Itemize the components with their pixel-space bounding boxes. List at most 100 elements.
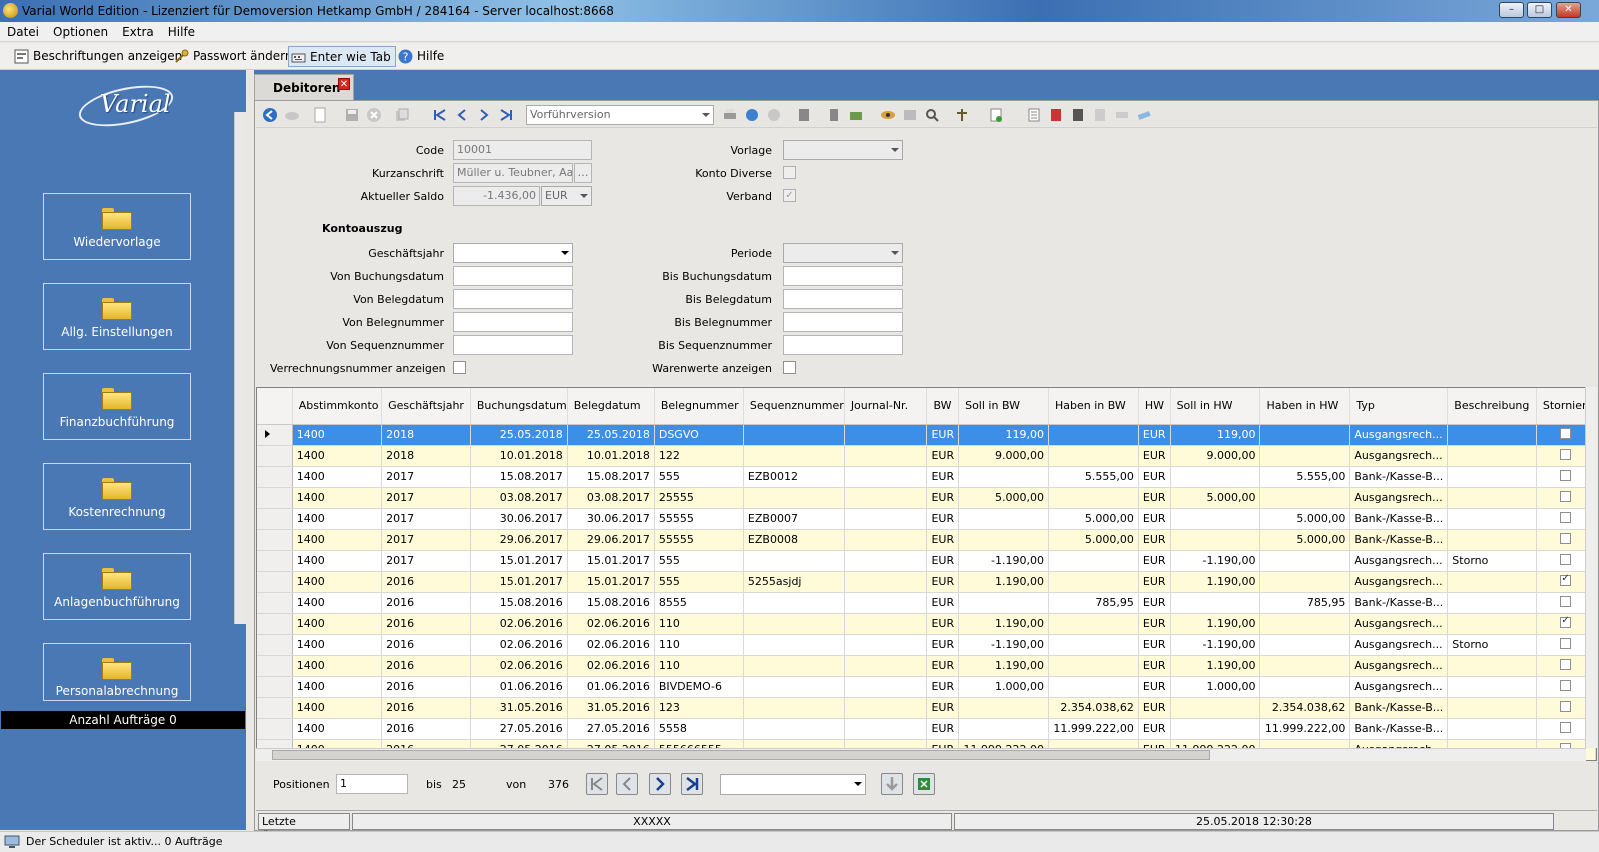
grid-vertical-scrollbar[interactable] bbox=[1585, 387, 1597, 748]
row-selector[interactable] bbox=[257, 634, 293, 656]
column-header-2[interactable]: Buchungsdatum bbox=[470, 388, 568, 425]
row-selector[interactable] bbox=[257, 424, 293, 446]
storniert-checkbox[interactable] bbox=[1560, 700, 1572, 712]
balance-icon[interactable] bbox=[954, 107, 970, 123]
vorlage-combo[interactable] bbox=[783, 140, 903, 160]
table-row[interactable]: 1400 2016 02.06.2016 02.06.2016 110 EUR -1.190… bbox=[257, 634, 1596, 656]
previous-record-icon[interactable] bbox=[454, 107, 470, 123]
row-selector[interactable] bbox=[257, 445, 293, 467]
nav-anlagenbuchfuehrung[interactable]: Anlagenbuchführung bbox=[43, 553, 191, 620]
von-buchungsdatum-input[interactable] bbox=[453, 266, 573, 286]
menu-extra[interactable]: Extra bbox=[115, 22, 161, 42]
column-header-10[interactable]: HW bbox=[1138, 388, 1171, 425]
change-password-button[interactable]: Passwort ändern bbox=[172, 46, 292, 67]
saldo-currency-combo[interactable]: EUR bbox=[541, 186, 592, 206]
storniert-checkbox[interactable] bbox=[1560, 658, 1572, 670]
storniert-checkbox[interactable] bbox=[1560, 595, 1572, 607]
book-icon[interactable] bbox=[796, 107, 812, 123]
close-button[interactable]: ✕ bbox=[1556, 2, 1581, 18]
periode-combo[interactable] bbox=[783, 243, 903, 263]
disabled-report-icon[interactable] bbox=[1092, 107, 1108, 123]
storniert-checkbox[interactable] bbox=[1560, 469, 1572, 481]
table-row[interactable]: 1400 2018 10.01.2018 10.01.2018 122 EUR 9.000,… bbox=[257, 445, 1596, 467]
verrechnungsnummer-checkbox[interactable] bbox=[453, 361, 466, 374]
storniert-checkbox[interactable] bbox=[1560, 615, 1572, 628]
report-dark-icon[interactable] bbox=[1070, 107, 1086, 123]
last-page-button[interactable] bbox=[681, 773, 703, 795]
tab-debitoren[interactable]: Debitoren ✕ bbox=[254, 74, 354, 100]
konto-diverse-checkbox[interactable] bbox=[783, 166, 796, 179]
table-row[interactable]: 1400 2016 02.06.2016 02.06.2016 110 EUR 1.190,… bbox=[257, 655, 1596, 677]
von-belegdatum-input[interactable] bbox=[453, 289, 573, 309]
new-document-icon[interactable] bbox=[312, 107, 328, 123]
storniert-checkbox[interactable] bbox=[1560, 490, 1572, 502]
list-icon[interactable] bbox=[1026, 107, 1042, 123]
storniert-checkbox[interactable] bbox=[1560, 427, 1572, 439]
warenwerte-checkbox[interactable] bbox=[783, 361, 796, 374]
menu-hilfe[interactable]: Hilfe bbox=[161, 22, 202, 42]
column-header-3[interactable]: Belegdatum bbox=[567, 388, 655, 425]
excel-export-button[interactable] bbox=[913, 773, 935, 795]
saldo-field[interactable]: -1.436,00 bbox=[453, 186, 540, 206]
table-row[interactable]: 1400 2017 15.08.2017 15.08.2017 555 EZB0012 EU… bbox=[257, 466, 1596, 488]
von-sequenznummer-input[interactable] bbox=[453, 335, 573, 355]
horizontal-scroll-thumb[interactable] bbox=[272, 750, 1210, 760]
table-row[interactable]: 1400 2016 31.05.2016 31.05.2016 123 EUR 2.354.… bbox=[257, 697, 1596, 719]
row-selector[interactable] bbox=[257, 676, 293, 698]
storniert-checkbox[interactable] bbox=[1560, 721, 1572, 733]
bis-sequenznummer-input[interactable] bbox=[783, 335, 903, 355]
back-icon[interactable] bbox=[262, 107, 278, 123]
row-selector[interactable] bbox=[257, 655, 293, 677]
close-tab-icon[interactable]: ✕ bbox=[338, 78, 350, 90]
forward-disabled-icon[interactable] bbox=[284, 107, 300, 123]
code-field[interactable]: 10001 bbox=[453, 140, 592, 160]
bis-buchungsdatum-input[interactable] bbox=[783, 266, 903, 286]
download-button[interactable] bbox=[881, 773, 903, 795]
column-header-13[interactable]: Typ bbox=[1349, 388, 1449, 425]
next-record-icon[interactable] bbox=[476, 107, 492, 123]
sidebar-scrollbar[interactable] bbox=[234, 112, 246, 624]
row-selector[interactable] bbox=[257, 613, 293, 635]
nav-wiedervorlage[interactable]: Wiedervorlage bbox=[43, 193, 191, 260]
table-row[interactable]: 1400 2016 02.06.2016 02.06.2016 110 EUR 1.190,… bbox=[257, 613, 1596, 635]
kurzanschrift-browse-button[interactable]: … bbox=[574, 163, 592, 183]
bis-belegdatum-input[interactable] bbox=[783, 289, 903, 309]
row-selector[interactable] bbox=[257, 550, 293, 572]
storniert-checkbox[interactable] bbox=[1560, 679, 1572, 691]
first-record-icon[interactable] bbox=[432, 107, 448, 123]
column-header-6[interactable]: Journal-Nr. bbox=[844, 388, 928, 425]
cancel-icon[interactable] bbox=[366, 107, 382, 123]
row-selector[interactable] bbox=[257, 718, 293, 740]
table-row[interactable]: 1400 2017 15.01.2017 15.01.2017 555 EUR -1.190… bbox=[257, 550, 1596, 572]
menu-optionen[interactable]: Optionen bbox=[46, 22, 115, 42]
geschaeftsjahr-combo[interactable] bbox=[453, 243, 573, 263]
column-header-0[interactable]: Abstimmkonto bbox=[292, 388, 383, 425]
row-selector[interactable] bbox=[257, 487, 293, 509]
row-selector[interactable] bbox=[257, 697, 293, 719]
grid-horizontal-scrollbar[interactable] bbox=[256, 748, 1586, 761]
storniert-checkbox[interactable] bbox=[1560, 532, 1572, 544]
maximize-button[interactable]: □ bbox=[1527, 2, 1552, 18]
row-selector[interactable] bbox=[257, 592, 293, 614]
table-row[interactable]: 1400 2016 15.01.2017 15.01.2017 555 5255asjdj… bbox=[257, 571, 1596, 593]
nav-kostenrechnung[interactable]: Kostenrechnung bbox=[43, 463, 191, 530]
storniert-checkbox[interactable] bbox=[1560, 553, 1572, 565]
help-button[interactable]: ? Hilfe bbox=[396, 46, 444, 67]
storniert-checkbox[interactable] bbox=[1560, 573, 1572, 586]
table-row[interactable]: 1400 2016 27.05.2016 27.05.2016 5558 EUR 11.99… bbox=[257, 718, 1596, 740]
menu-datei[interactable]: Datei bbox=[0, 22, 46, 42]
kurzanschrift-field[interactable]: Müller u. Teubner, Aach bbox=[453, 163, 573, 183]
column-header-12[interactable]: Haben in HW bbox=[1259, 388, 1351, 425]
column-header-1[interactable]: Geschäftsjahr bbox=[381, 388, 471, 425]
nav-personalabrechnung[interactable]: Personalabrechnung bbox=[43, 643, 191, 701]
eraser-icon[interactable] bbox=[1136, 107, 1152, 123]
bis-belegnummer-input[interactable] bbox=[783, 312, 903, 332]
nav-finanzbuchfuehrung[interactable]: Finanzbuchführung bbox=[43, 373, 191, 440]
save-icon[interactable] bbox=[344, 107, 360, 123]
table-row[interactable]: 1400 2017 30.06.2017 30.06.2017 55555 EZB0007… bbox=[257, 508, 1596, 530]
row-selector[interactable] bbox=[257, 571, 293, 593]
tools-icon[interactable] bbox=[848, 107, 864, 123]
copy-icon[interactable] bbox=[394, 107, 410, 123]
first-page-button[interactable] bbox=[586, 773, 608, 795]
bookmark-icon[interactable] bbox=[826, 107, 842, 123]
